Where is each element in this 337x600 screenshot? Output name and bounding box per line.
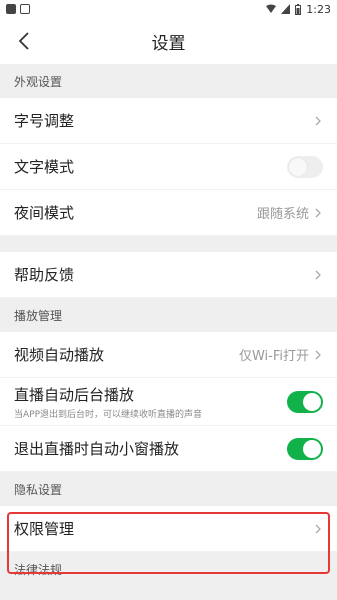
status-time: 1:23 xyxy=(306,2,331,16)
text-mode-toggle[interactable] xyxy=(287,155,323,178)
text-mode-label: 文字模式 xyxy=(14,158,75,176)
night-mode-row[interactable]: 夜间模式 跟随系统 xyxy=(0,190,337,236)
notification-icon xyxy=(6,4,16,14)
back-button[interactable] xyxy=(10,27,38,55)
video-autoplay-row[interactable]: 视频自动播放 仅Wi-Fi打开 xyxy=(0,332,337,378)
live-background-toggle[interactable] xyxy=(287,390,323,413)
font-size-label: 字号调整 xyxy=(14,112,75,130)
section-header-appearance: 外观设置 xyxy=(0,64,337,98)
chevron-right-icon xyxy=(315,208,321,217)
wifi-icon xyxy=(266,4,277,13)
live-background-row: 直播自动后台播放 当APP退出到后台时，可以继续收听直播的声音 xyxy=(0,378,337,426)
live-pip-right xyxy=(287,437,323,460)
chevron-right-icon xyxy=(315,116,321,125)
status-right: 1:23 xyxy=(266,3,331,16)
live-pip-row: 退出直播时自动小窗播放 xyxy=(0,426,337,472)
toggle-knob xyxy=(303,392,321,411)
section-header-privacy: 隐私设置 xyxy=(0,472,337,506)
video-autoplay-label: 视频自动播放 xyxy=(14,346,105,364)
font-size-row[interactable]: 字号调整 xyxy=(0,98,337,144)
status-left xyxy=(6,4,30,14)
settings-screen: 1:23 设置 外观设置 字号调整 文字模式 夜间模式 跟随系统 帮助反馈 播放… xyxy=(0,0,337,600)
page-title: 设置 xyxy=(151,33,186,54)
signal-icon xyxy=(281,4,291,14)
live-background-texts: 直播自动后台播放 当APP退出到后台时，可以继续收听直播的声音 xyxy=(14,384,202,420)
video-autoplay-right: 仅Wi-Fi打开 xyxy=(239,345,323,364)
toggle-knob xyxy=(303,439,321,458)
toggle-knob xyxy=(289,157,307,176)
chevron-right-icon xyxy=(315,350,321,359)
battery-icon xyxy=(295,3,302,15)
live-background-label: 直播自动后台播放 xyxy=(14,385,135,404)
font-size-right xyxy=(313,115,323,127)
permissions-label: 权限管理 xyxy=(14,520,75,538)
video-autoplay-value: 仅Wi-Fi打开 xyxy=(238,349,309,364)
permissions-row[interactable]: 权限管理 xyxy=(0,506,337,552)
notification-a-icon xyxy=(20,4,30,14)
live-background-desc: 当APP退出到后台时，可以继续收听直播的声音 xyxy=(14,409,203,420)
chevron-right-icon xyxy=(315,270,321,279)
help-feedback-label: 帮助反馈 xyxy=(14,266,75,284)
section-divider xyxy=(0,236,337,252)
permissions-right xyxy=(313,523,323,535)
help-feedback-right xyxy=(313,269,323,281)
text-mode-row: 文字模式 xyxy=(0,144,337,190)
night-mode-label: 夜间模式 xyxy=(14,204,75,222)
back-arrow-icon xyxy=(18,32,29,50)
status-bar: 1:23 xyxy=(0,0,337,18)
text-mode-right xyxy=(287,155,323,178)
live-pip-label: 退出直播时自动小窗播放 xyxy=(14,440,180,458)
section-header-playback: 播放管理 xyxy=(0,298,337,332)
section-header-legal: 法律法规 xyxy=(0,552,337,586)
help-feedback-row[interactable]: 帮助反馈 xyxy=(0,252,337,298)
night-mode-value: 跟随系统 xyxy=(256,207,309,222)
nav-bar: 设置 xyxy=(0,18,337,64)
chevron-right-icon xyxy=(315,524,321,533)
live-background-right xyxy=(287,390,323,413)
live-pip-toggle[interactable] xyxy=(287,437,323,460)
night-mode-right: 跟随系统 xyxy=(257,203,323,222)
